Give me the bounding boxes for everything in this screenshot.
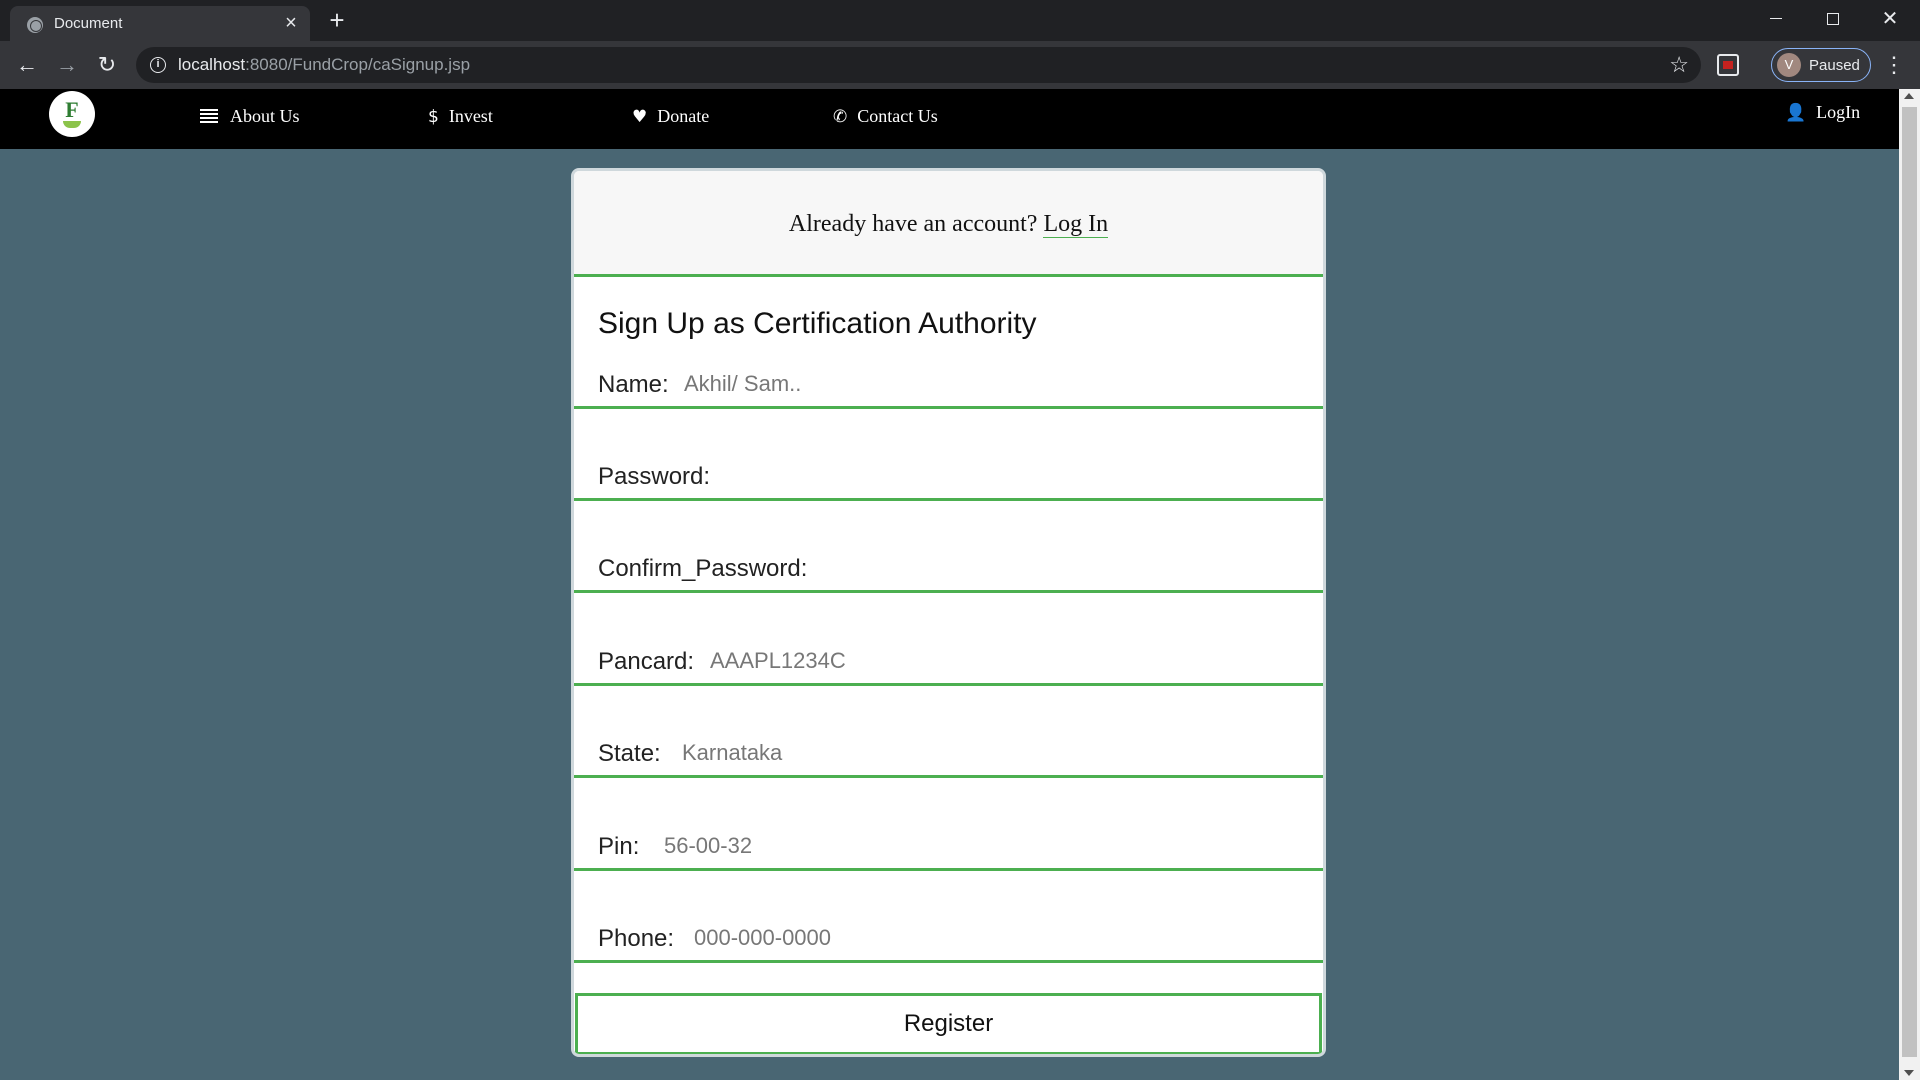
- url-text[interactable]: localhost:8080/FundCrop/caSignup.jsp: [178, 55, 470, 75]
- minimize-button[interactable]: [1753, 4, 1799, 34]
- avatar: V: [1777, 53, 1801, 77]
- browser-menu-icon[interactable]: ⋮: [1883, 51, 1905, 79]
- url-host: localhost: [178, 55, 246, 74]
- phone-label: Phone:: [598, 925, 675, 952]
- tab-strip: Document × + ✕: [0, 0, 1920, 41]
- leaf-icon: [63, 121, 81, 128]
- register-button[interactable]: Register: [575, 993, 1322, 1054]
- scroll-up-arrow-icon[interactable]: [1904, 93, 1914, 99]
- close-tab-icon[interactable]: ×: [280, 12, 302, 34]
- bookmark-star-icon[interactable]: ☆: [1669, 52, 1689, 78]
- pancard-input[interactable]: [710, 646, 1190, 676]
- state-field-row: State:: [574, 734, 1323, 778]
- reload-icon[interactable]: ↻: [91, 49, 123, 81]
- phone-input[interactable]: [694, 923, 1174, 953]
- close-window-button[interactable]: ✕: [1867, 4, 1913, 34]
- maximize-button[interactable]: [1810, 4, 1856, 34]
- browser-toolbar: ← → ↻ i localhost:8080/FundCrop/caSignup…: [0, 41, 1920, 89]
- confirm-password-field-row: Confirm_Password:: [574, 549, 1323, 593]
- browser-tab[interactable]: Document ×: [10, 6, 310, 41]
- heart-icon: ♥: [632, 107, 648, 127]
- page-viewport: F About Us $ Invest ♥ Donate ✆ Contact Us 👤…: [0, 89, 1920, 1080]
- name-field-row: Name:: [574, 365, 1323, 409]
- password-input[interactable]: [724, 461, 1204, 491]
- info-icon[interactable]: i: [150, 57, 166, 73]
- page-scrollbar[interactable]: [1899, 89, 1920, 1080]
- globe-icon: [27, 17, 43, 33]
- pin-label: Pin:: [598, 833, 640, 860]
- nav-login[interactable]: 👤 LogIn: [1785, 102, 1860, 123]
- url-path: :8080/FundCrop/caSignup.jsp: [245, 55, 471, 74]
- state-label: State:: [598, 740, 661, 767]
- nav-donate-label: Donate: [657, 106, 710, 126]
- phone-field-row: Phone:: [574, 919, 1323, 963]
- site-navbar: F About Us $ Invest ♥ Donate ✆ Contact Us 👤…: [0, 89, 1899, 149]
- forward-arrow-icon[interactable]: →: [51, 49, 83, 81]
- back-arrow-icon[interactable]: ←: [11, 49, 43, 81]
- tab-title: Document: [54, 15, 123, 32]
- card-header: Already have an account? Log In: [574, 171, 1323, 277]
- logo-letter: F: [65, 97, 79, 122]
- form-title: Sign Up as Certification Authority: [598, 307, 1037, 340]
- signup-card: Already have an account? Log In Sign Up …: [571, 168, 1326, 1057]
- nav-invest-label: Invest: [448, 106, 493, 126]
- address-bar[interactable]: i localhost:8080/FundCrop/caSignup.jsp ☆: [136, 47, 1701, 83]
- dollar-icon: $: [428, 107, 439, 127]
- pin-field-row: Pin:: [574, 827, 1323, 871]
- scroll-thumb[interactable]: [1902, 107, 1917, 1057]
- user-icon: 👤: [1785, 103, 1807, 123]
- pancard-label: Pancard:: [598, 648, 695, 675]
- nav-about-label: About Us: [230, 106, 300, 126]
- nav-invest[interactable]: $ Invest: [428, 106, 493, 127]
- pancard-field-row: Pancard:: [574, 642, 1323, 686]
- profile-status: Paused: [1809, 57, 1860, 74]
- password-label: Password:: [598, 463, 711, 490]
- password-field-row: Password:: [574, 457, 1323, 501]
- confirm-password-label: Confirm_Password:: [598, 555, 808, 582]
- nav-contact-label: Contact Us: [857, 106, 938, 126]
- scroll-down-arrow-icon[interactable]: [1904, 1070, 1914, 1076]
- state-input[interactable]: [682, 738, 1162, 768]
- bars-icon: [200, 109, 218, 123]
- nav-login-label: LogIn: [1816, 102, 1861, 122]
- login-link[interactable]: Log In: [1043, 211, 1109, 238]
- extension-icon[interactable]: [1717, 54, 1739, 76]
- site-logo[interactable]: F: [49, 91, 95, 137]
- confirm-password-input[interactable]: [814, 553, 1294, 583]
- profile-button[interactable]: V Paused: [1771, 48, 1871, 82]
- nav-donate[interactable]: ♥ Donate: [632, 106, 709, 127]
- new-tab-button[interactable]: +: [323, 6, 351, 34]
- name-label: Name:: [598, 371, 669, 398]
- nav-about-us[interactable]: About Us: [200, 106, 300, 127]
- nav-contact-us[interactable]: ✆ Contact Us: [833, 106, 938, 127]
- name-input[interactable]: [684, 369, 1164, 399]
- login-prompt: Already have an account? Log In: [574, 211, 1323, 238]
- pin-input[interactable]: [664, 831, 1144, 861]
- phone-icon: ✆: [833, 107, 848, 127]
- already-text: Already have an account?: [788, 211, 1038, 237]
